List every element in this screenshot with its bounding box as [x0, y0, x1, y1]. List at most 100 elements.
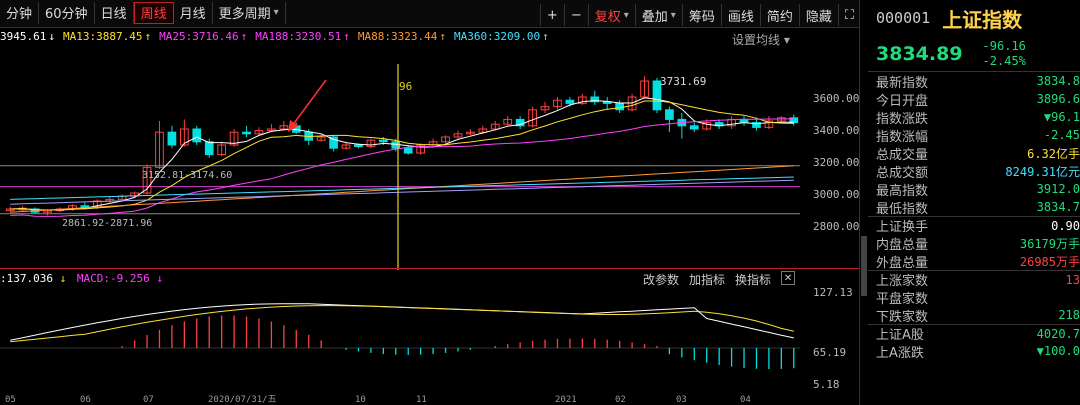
quote-label: 内盘总量: [876, 237, 929, 253]
last-price: 3834.89: [876, 42, 963, 65]
period-button-2[interactable]: 日线: [95, 1, 134, 24]
period-button-5[interactable]: 更多周期 ▾: [213, 1, 286, 24]
quote-label: 指数涨跌: [876, 111, 929, 127]
tool-button-label: 隐藏: [805, 9, 832, 25]
set-ma-button[interactable]: 设置均线 ▾: [732, 31, 790, 48]
expand-icon[interactable]: ⛶: [837, 4, 860, 26]
candle-body: [204, 141, 214, 156]
candlestick-chart[interactable]: 3731.69 3152.81-3174.60 2861.92-2871.96 96: [0, 48, 805, 270]
ma-item-2: MA25:3716.46 ↑: [159, 30, 247, 48]
period-buttons: 分钟 60分钟 日线 周线 月线 更多周期 ▾: [0, 0, 286, 28]
chevron-down-icon: ▾: [783, 33, 790, 47]
quote-row: 上A涨跌 ▼100.0: [868, 342, 1080, 361]
price-tick: 2800.00: [813, 220, 860, 233]
quote-value: 13: [1065, 272, 1080, 287]
candle-body: [167, 131, 177, 146]
ma-short-line: [10, 97, 794, 211]
quote-value: 26985万手: [1019, 254, 1080, 269]
candle-body: [615, 102, 625, 111]
quote-row: 总成交量 6.32亿手: [868, 144, 1080, 163]
time-tick: 2021: [555, 395, 577, 405]
tool-button-4[interactable]: 筹码: [681, 4, 721, 26]
candle-body: [192, 128, 202, 143]
tool-button-3[interactable]: 叠加 ▾: [634, 4, 682, 26]
price-axis: 3600.00 3400.00 3200.00 3000.00 2800.00 127.1…: [805, 48, 860, 405]
quote-value: 6.32亿手: [1027, 146, 1080, 161]
period-button-label: 日线: [100, 7, 127, 22]
quote-row: 上证换手 0.90: [868, 216, 1080, 235]
macd-arrow-icon: ↓: [156, 272, 163, 285]
quote-label: 下跌家数: [876, 309, 929, 325]
range-annotation: 3152.81-3174.60: [142, 170, 232, 181]
price-tick: 3000.00: [813, 188, 860, 201]
tool-button-0[interactable]: +: [539, 4, 564, 26]
quote-label: 今日开盘: [876, 93, 929, 109]
tool-button-label: 筹码: [688, 9, 715, 25]
tool-button-label: 复权: [594, 9, 621, 25]
quote-value: 3896.6: [1036, 92, 1080, 106]
tool-button-label: 叠加: [641, 9, 668, 25]
candle-body: [242, 131, 251, 135]
quote-row: 最低指数 3834.7: [868, 198, 1080, 217]
chart-tools: + − 复权 ▾ 叠加 ▾ 筹码 画线 简约 隐藏 ⛶: [539, 0, 860, 28]
quote-row: 内盘总量 36179万手: [868, 234, 1080, 253]
dif-label: :137.036: [0, 272, 53, 285]
period-button-1[interactable]: 60分钟: [39, 1, 95, 24]
quote-label: 外盘总量: [876, 255, 929, 271]
ma-item-1: MA13:3887.45 ↑: [63, 30, 151, 48]
time-tick: 07: [143, 395, 154, 405]
tool-button-7[interactable]: 隐藏: [798, 4, 838, 26]
quote-value: 4020.7: [1036, 326, 1080, 341]
quote-row: 上证A股 4020.7: [868, 324, 1080, 343]
quote-row: 指数涨跌 ▼96.1: [868, 108, 1080, 127]
time-tick: 11: [416, 395, 427, 405]
scrollbar[interactable]: [861, 236, 867, 296]
candle-body: [565, 99, 575, 104]
ma-arrow-icon: ↑: [542, 30, 549, 43]
tool-button-label: 画线: [727, 9, 754, 25]
period-button-label: 60分钟: [45, 7, 88, 22]
quote-label: 平盘家数: [876, 291, 929, 307]
quote-label: 上A涨跌: [876, 345, 924, 361]
close-icon[interactable]: ✕: [781, 271, 796, 285]
ma-item-4: MA88:3323.44 ↑: [358, 30, 446, 48]
candle-body: [378, 139, 388, 143]
tool-button-1[interactable]: −: [563, 4, 588, 26]
ma188-line: [10, 179, 794, 205]
period-button-3[interactable]: 周线: [133, 1, 174, 24]
macd-tool-0[interactable]: 改参数: [643, 271, 679, 288]
period-button-label: 月线: [179, 7, 206, 22]
quote-row: 下跌家数 218: [868, 306, 1080, 325]
time-tick: 06: [80, 395, 91, 405]
price-tick: 3400.00: [813, 124, 860, 137]
macd-tool-2[interactable]: 换指标: [735, 271, 771, 288]
tool-button-5[interactable]: 画线: [720, 4, 760, 26]
quote-value: ▼96.1: [1043, 110, 1080, 124]
stock-code: 000001: [876, 9, 931, 27]
macd-tools: 改参数 加指标 换指标 ✕: [643, 271, 796, 288]
quote-label: 上涨家数: [876, 274, 929, 289]
candle-body: [689, 125, 699, 130]
ma-value: MA188:3230.51: [255, 30, 342, 43]
quote-label: 最高指数: [876, 183, 929, 199]
macd-tool-1[interactable]: 加指标: [689, 271, 725, 288]
quote-value: -2.45: [1043, 128, 1080, 142]
dea-line: [10, 305, 794, 343]
macd-tick: 127.13: [813, 286, 853, 299]
quote-label: 上证A股: [876, 328, 924, 343]
quote-row: 平盘家数: [868, 288, 1080, 307]
arrow-annotation-icon: [291, 79, 327, 127]
period-button-4[interactable]: 月线: [174, 1, 213, 24]
candle-body: [665, 109, 674, 120]
quote-value: 3912.0: [1036, 182, 1080, 196]
ma13-line: [10, 100, 794, 211]
period-toolbar: 分钟 60分钟 日线 周线 月线 更多周期 ▾ + − 复权 ▾ 叠加 ▾ 筹码 画线 简约 隐藏 ⛶: [0, 0, 860, 28]
ma-item-3: MA188:3230.51 ↑: [255, 30, 350, 48]
macd-chart[interactable]: [0, 290, 805, 394]
tool-button-2[interactable]: 复权 ▾: [587, 4, 635, 26]
tool-button-6[interactable]: 简约: [759, 4, 799, 26]
pane-divider[interactable]: [0, 268, 860, 269]
quote-header: 000001 上证指数: [868, 0, 1080, 36]
quote-row: 最高指数 3912.0: [868, 180, 1080, 199]
period-button-0[interactable]: 分钟: [0, 1, 40, 24]
